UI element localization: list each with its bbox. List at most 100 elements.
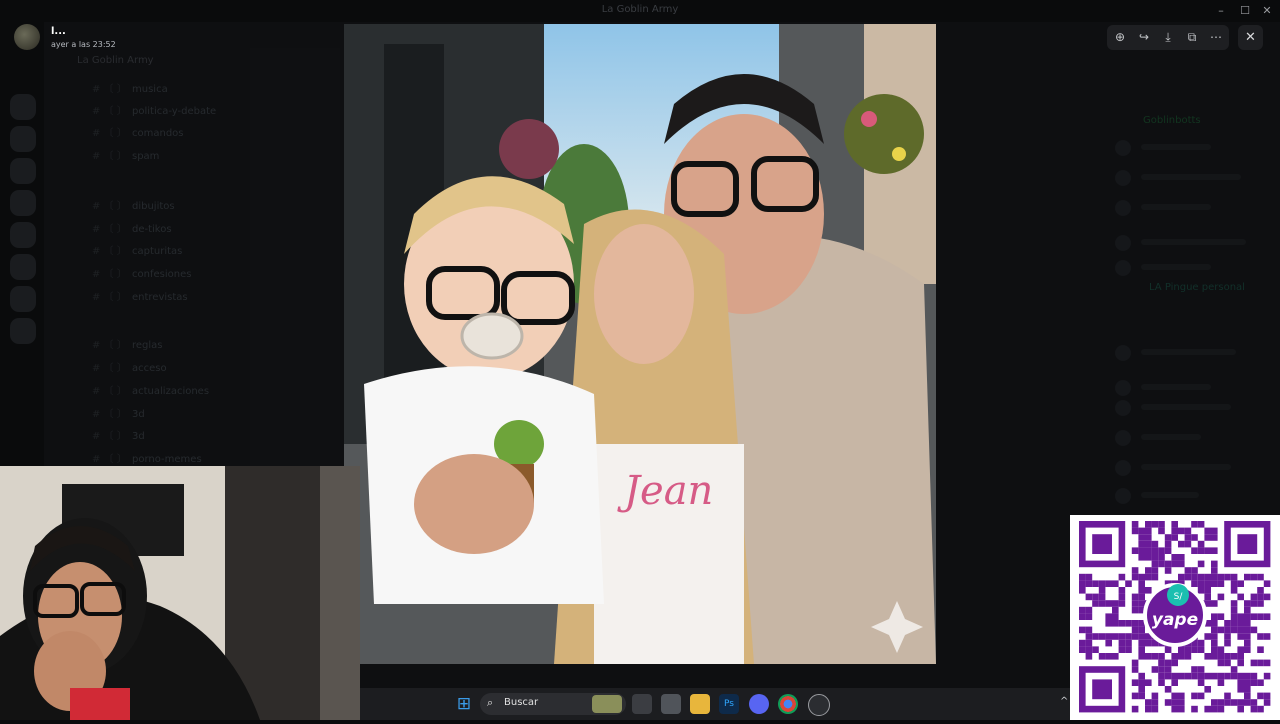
member-name-placeholder	[1141, 174, 1241, 180]
channel-label: dibujitos	[132, 201, 175, 212]
member-item[interactable]	[1115, 400, 1265, 416]
channel-hash-icon: # 〔 〕	[92, 340, 127, 351]
member-name-placeholder	[1141, 144, 1211, 150]
yape-qr-code: S/yape	[1070, 515, 1280, 720]
channel-item[interactable]: # 〔 〕 confesiones	[92, 265, 191, 280]
search-highlight-image	[592, 695, 622, 713]
webcam-feed	[0, 466, 360, 720]
photoshop-icon[interactable]: Ps	[719, 694, 739, 714]
server-icon[interactable]	[10, 318, 36, 344]
member-name-placeholder	[1141, 204, 1211, 210]
more-options-icon[interactable]: ⋯	[1206, 29, 1226, 46]
server-icon[interactable]	[10, 126, 36, 152]
file-explorer-icon[interactable]	[690, 694, 710, 714]
channel-hash-icon: # 〔 〕	[92, 363, 127, 374]
tray-chevron-icon[interactable]: ^	[1060, 696, 1068, 707]
app-icon[interactable]	[661, 694, 681, 714]
taskbar-search[interactable]: ⌕ Buscar	[480, 693, 626, 715]
close-viewer-button[interactable]: ✕	[1238, 25, 1263, 50]
upload-timestamp: ayer a las 23:52	[51, 40, 116, 49]
image-viewer-toolbar: ⊕ ↪ ⤓ ⧉ ⋯	[1107, 25, 1229, 50]
open-in-browser-icon[interactable]: ⧉	[1182, 29, 1202, 46]
photo-illustration: Jean	[344, 24, 936, 664]
member-item[interactable]	[1115, 140, 1265, 156]
member-item[interactable]	[1115, 170, 1265, 186]
minimize-button[interactable]: –	[1210, 3, 1232, 19]
uploader-name[interactable]: l...	[51, 26, 66, 37]
channel-hash-icon: # 〔 〕	[92, 224, 127, 235]
server-icon[interactable]	[10, 94, 36, 120]
channel-item[interactable]: # 〔 〕 3d	[92, 405, 145, 420]
channel-label: comandos	[132, 128, 184, 139]
obs-icon[interactable]	[808, 694, 830, 716]
server-icon[interactable]	[10, 286, 36, 312]
qr-image: S/yape	[1079, 521, 1271, 713]
channel-item[interactable]: # 〔 〕 capturitas	[92, 242, 182, 257]
member-item[interactable]	[1115, 345, 1265, 361]
window-titlebar: La Goblin Army – ☐ ✕	[0, 0, 1280, 22]
zoom-icon[interactable]: ⊕	[1110, 29, 1130, 46]
uploader-avatar[interactable]	[14, 24, 40, 50]
channel-label: 3d	[132, 431, 145, 442]
member-name-placeholder	[1141, 349, 1236, 355]
member-name[interactable]: LA Pingue personal	[1149, 282, 1245, 293]
channel-label: capturitas	[132, 246, 183, 257]
channel-label: porno-memes	[132, 454, 202, 465]
channel-item[interactable]: # 〔 〕 reglas	[92, 336, 163, 351]
member-item[interactable]	[1115, 260, 1265, 276]
channel-item[interactable]: # 〔 〕 entrevistas	[92, 288, 188, 303]
channel-label: confesiones	[132, 269, 192, 280]
search-icon: ⌕	[487, 696, 494, 709]
member-item[interactable]	[1115, 460, 1265, 476]
server-icon[interactable]	[10, 190, 36, 216]
channel-label: 3d	[132, 409, 145, 420]
member-name[interactable]: Goblinbotts	[1143, 115, 1201, 126]
member-name-placeholder	[1141, 404, 1231, 410]
channel-label: de-tikos	[132, 224, 172, 235]
member-avatar	[1115, 400, 1131, 416]
server-icon[interactable]	[10, 254, 36, 280]
member-item[interactable]	[1115, 380, 1265, 396]
channel-item[interactable]: # 〔 〕 politica-y-debate	[92, 102, 216, 117]
forward-icon[interactable]: ↪	[1134, 29, 1154, 46]
channel-hash-icon: # 〔 〕	[92, 84, 127, 95]
channel-item[interactable]: # 〔 〕 acceso	[92, 359, 167, 374]
member-item[interactable]	[1115, 488, 1265, 504]
chrome-icon[interactable]	[778, 694, 798, 714]
member-name-placeholder	[1141, 384, 1211, 390]
windows-start-icon[interactable]: ⊞	[454, 694, 474, 714]
channel-hash-icon: # 〔 〕	[92, 269, 127, 280]
channel-item[interactable]: # 〔 〕 dibujitos	[92, 197, 175, 212]
server-name[interactable]: La Goblin Army	[77, 55, 154, 66]
channel-item[interactable]: # 〔 〕 comandos	[92, 124, 184, 139]
maximize-button[interactable]: ☐	[1234, 3, 1256, 19]
svg-text:Jean: Jean	[617, 468, 713, 514]
member-name-placeholder	[1141, 264, 1211, 270]
member-avatar	[1115, 488, 1131, 504]
channel-label: acceso	[132, 363, 167, 374]
channel-item[interactable]: # 〔 〕 spam	[92, 147, 159, 162]
close-window-button[interactable]: ✕	[1256, 3, 1278, 19]
channel-hash-icon: # 〔 〕	[92, 106, 127, 117]
server-icon[interactable]	[10, 222, 36, 248]
member-item[interactable]	[1115, 430, 1265, 446]
channel-item[interactable]: # 〔 〕 musica	[92, 80, 168, 95]
member-name-placeholder	[1141, 434, 1201, 440]
channel-hash-icon: # 〔 〕	[92, 431, 127, 442]
viewed-image[interactable]: Jean	[344, 24, 936, 664]
task-view-icon[interactable]	[632, 694, 652, 714]
member-item[interactable]	[1115, 235, 1265, 251]
discord-icon[interactable]	[749, 694, 769, 714]
download-icon[interactable]: ⤓	[1158, 29, 1178, 46]
channel-item[interactable]: # 〔 〕 de-tikos	[92, 220, 172, 235]
webcam-overlay	[0, 466, 360, 720]
member-avatar	[1115, 235, 1131, 251]
member-item[interactable]	[1115, 200, 1265, 216]
channel-item[interactable]: # 〔 〕 3d	[92, 427, 145, 442]
channel-item[interactable]: # 〔 〕 actualizaciones	[92, 382, 209, 397]
channel-hash-icon: # 〔 〕	[92, 128, 127, 139]
channel-label: musica	[132, 84, 168, 95]
channel-hash-icon: # 〔 〕	[92, 151, 127, 162]
channel-item[interactable]: # 〔 〕 porno-memes	[92, 450, 202, 465]
server-icon[interactable]	[10, 158, 36, 184]
